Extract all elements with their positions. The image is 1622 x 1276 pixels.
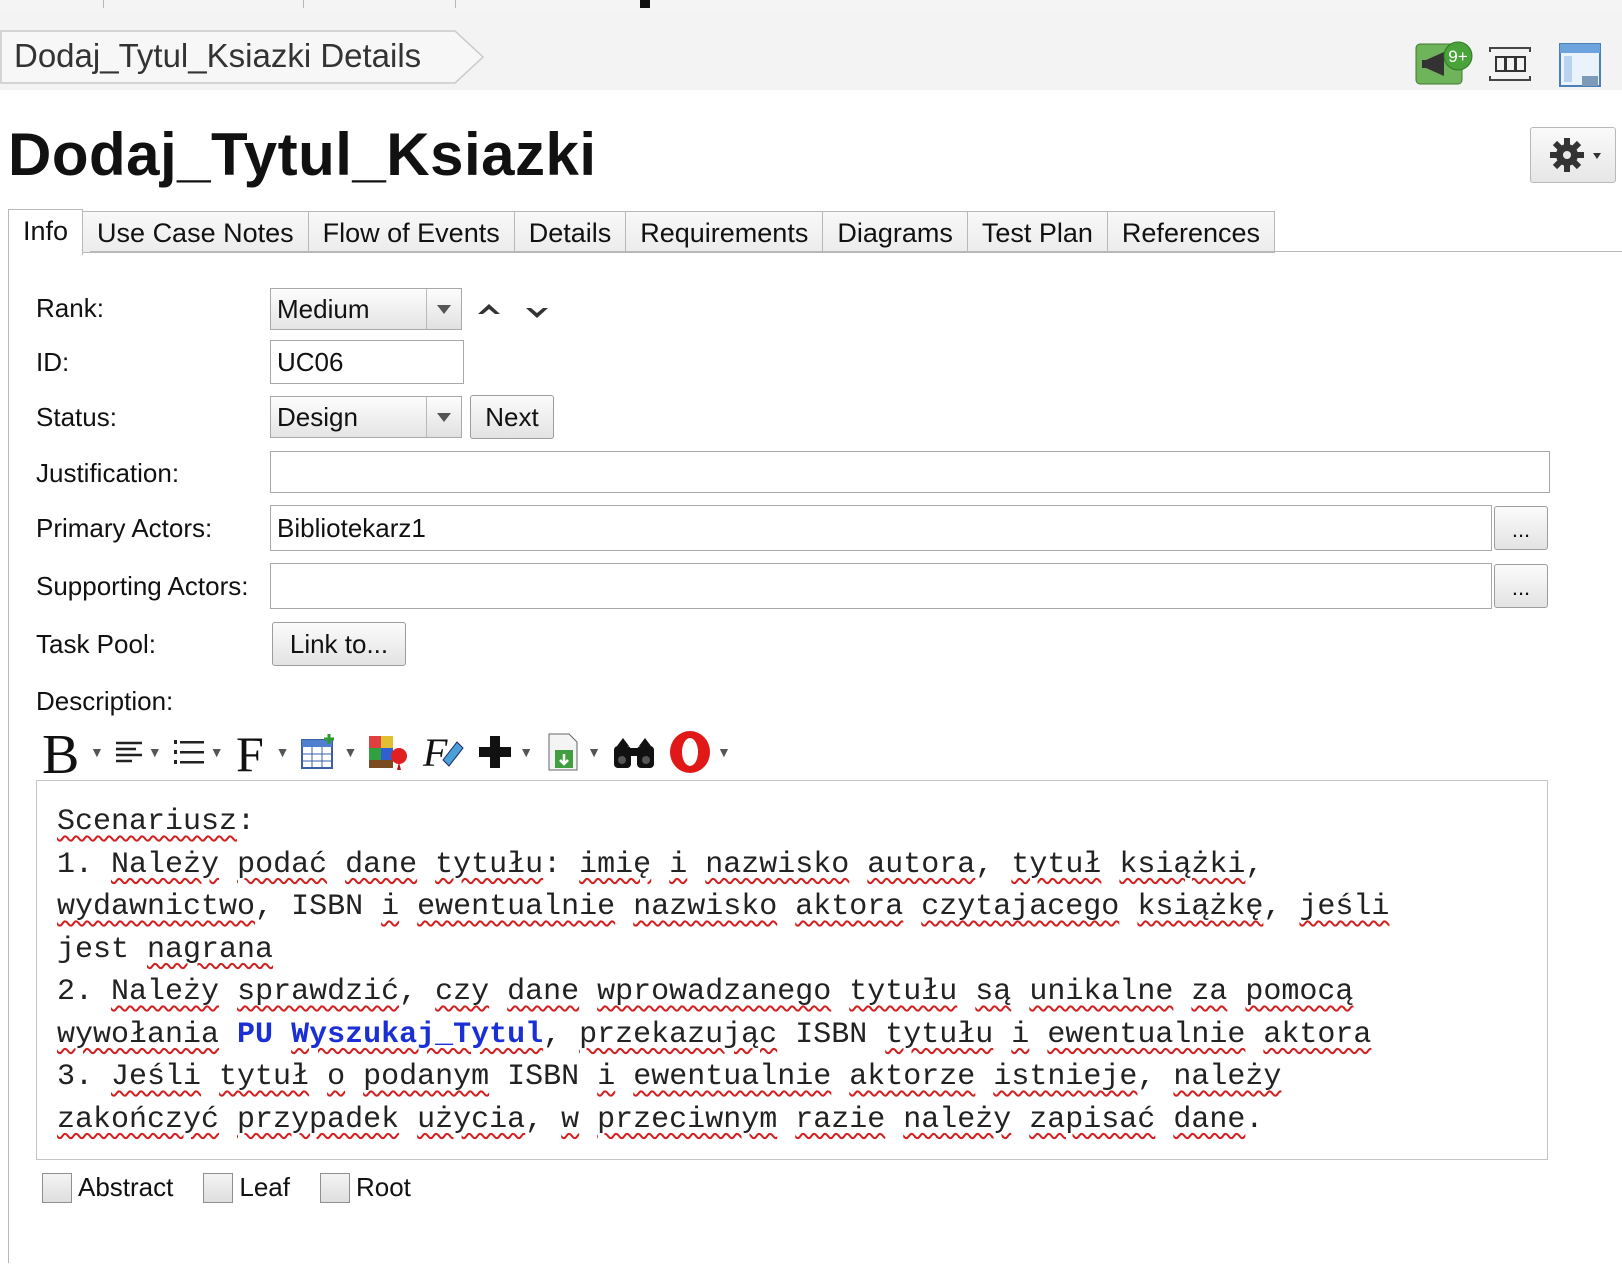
rank-select[interactable]: Medium — [270, 288, 462, 330]
tab-details[interactable]: Details — [514, 211, 627, 253]
checkbox-box[interactable] — [203, 1172, 234, 1203]
chevron-down-icon — [426, 397, 461, 437]
table-icon[interactable]: ▼ — [299, 732, 357, 772]
breadcrumb[interactable]: Dodaj_Tytul_Ksiazki Details — [2, 30, 472, 82]
tab-diagrams[interactable]: Diagrams — [823, 211, 968, 253]
clear-format-icon[interactable]: F — [421, 732, 465, 772]
find-icon[interactable] — [611, 732, 657, 772]
id-field[interactable]: UC06 — [270, 340, 464, 384]
status-select[interactable]: Design — [270, 396, 462, 438]
tab-references[interactable]: References — [1107, 211, 1275, 253]
page-title: Dodaj_Tytul_Ksiazki — [8, 121, 597, 188]
attach-icon[interactable]: ▼ — [543, 730, 601, 774]
next-status-button[interactable]: Next — [470, 395, 554, 439]
font-icon[interactable]: F ▼ — [234, 727, 290, 777]
description-toolbar: B ▼ ▼ ▼ F ▼ ▼ F ▼ ▼ ▼ — [40, 724, 731, 780]
layout-panel-icon[interactable] — [1554, 40, 1606, 88]
tab-divider — [90, 251, 1622, 252]
root-checkbox[interactable]: Root — [319, 1172, 411, 1203]
supporting-actors-field[interactable] — [270, 563, 1492, 609]
use-case-link[interactable]: PU Wyszukaj_Tytul — [237, 1018, 543, 1052]
id-label: ID: — [36, 347, 70, 377]
abstract-checkbox[interactable]: Abstract — [42, 1172, 173, 1203]
checkbox-box[interactable] — [319, 1172, 350, 1203]
rank-up-icon[interactable] — [474, 296, 504, 322]
status-label: Status: — [36, 402, 117, 432]
settings-menu-button[interactable] — [1530, 127, 1616, 183]
checkbox-box[interactable] — [42, 1172, 72, 1203]
tab-flow-of-events[interactable]: Flow of Events — [308, 211, 515, 253]
svg-text:F: F — [422, 732, 448, 772]
chevron-down-icon — [1593, 153, 1601, 159]
svg-text:B: B — [42, 725, 79, 779]
insert-icon[interactable]: ▼ — [475, 732, 533, 772]
flags-row: Abstract Leaf Root — [42, 1172, 411, 1203]
leaf-checkbox[interactable]: Leaf — [203, 1172, 290, 1203]
justification-label: Justification: — [36, 458, 180, 488]
supporting-actors-label: Supporting Actors: — [36, 571, 249, 601]
status-value: Design — [277, 402, 358, 432]
tab-bar: Info Use Case Notes Flow of Events Detai… — [8, 209, 1275, 255]
list-icon[interactable]: ▼ — [172, 735, 224, 769]
megaphone-icon[interactable]: 9+ — [1414, 40, 1473, 88]
spellcheck-icon[interactable]: ▼ — [667, 729, 731, 775]
fit-view-icon[interactable] — [1484, 40, 1536, 88]
root-label: Root — [355, 1172, 411, 1202]
link-to-button[interactable]: Link to... — [272, 622, 406, 666]
task-pool-label: Task Pool: — [36, 629, 156, 659]
panel-border — [8, 253, 9, 1263]
description-label: Description: — [36, 686, 174, 716]
svg-text:F: F — [236, 727, 264, 777]
tab-use-case-notes[interactable]: Use Case Notes — [83, 211, 309, 253]
top-toolbar: 9+ — [1414, 40, 1606, 88]
leaf-label: Leaf — [239, 1172, 290, 1202]
rank-down-icon[interactable] — [522, 300, 552, 326]
rank-label: Rank: — [36, 293, 104, 323]
notification-badge: 9+ — [1448, 47, 1467, 66]
gear-icon — [1550, 138, 1601, 172]
breadcrumb-bar: Dodaj_Tytul_Ksiazki Details 9+ — [0, 12, 1622, 90]
primary-actors-label: Primary Actors: — [36, 513, 213, 543]
align-icon[interactable]: ▼ — [114, 737, 162, 767]
color-icon[interactable] — [367, 732, 411, 772]
description-editor[interactable]: Scenariusz: 1. Należy podać dane tytułu:… — [36, 780, 1548, 1160]
abstract-label: Abstract — [78, 1172, 174, 1202]
tab-info[interactable]: Info — [8, 209, 84, 255]
rank-value: Medium — [277, 294, 370, 324]
tab-test-plan[interactable]: Test Plan — [967, 211, 1108, 253]
chevron-down-icon — [426, 289, 461, 329]
supporting-actors-browse-button[interactable]: ... — [1494, 564, 1548, 608]
justification-field[interactable] — [270, 451, 1550, 493]
bold-icon[interactable]: B ▼ — [40, 725, 104, 779]
primary-actors-field[interactable]: Bibliotekarz1 — [270, 505, 1492, 551]
tab-requirements[interactable]: Requirements — [626, 211, 824, 253]
primary-actors-browse-button[interactable]: ... — [1494, 506, 1548, 550]
